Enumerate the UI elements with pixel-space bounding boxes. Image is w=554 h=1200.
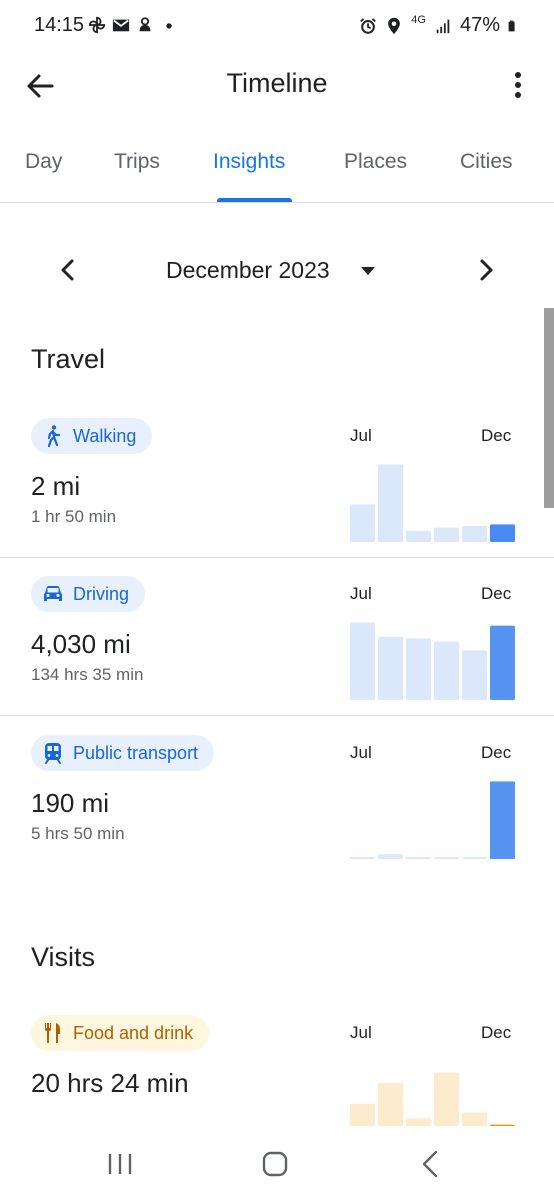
walking-axis-start: Jul (350, 426, 372, 445)
public-transport-axis-start: Jul (350, 743, 372, 762)
more-vert-icon[interactable] (508, 68, 528, 104)
month-label[interactable]: December 2023 (166, 257, 330, 284)
public-transport-bar-3 (406, 857, 431, 859)
public-transport-bar-5 (462, 857, 487, 859)
system-nav-bar (0, 1126, 554, 1200)
section-title-travel: Travel (31, 344, 106, 374)
public-transport-bar-4 (434, 857, 459, 859)
walking-bar-chart (350, 464, 515, 542)
status-right: 4G 47% (359, 14, 520, 37)
car-icon (44, 586, 62, 601)
walking-distance: 2 mi (31, 471, 81, 501)
public-transport-duration: 5 hrs 50 min (31, 824, 125, 843)
walking-bar-2 (378, 464, 403, 542)
public-transport-label: Public transport (73, 742, 199, 763)
walking-chip[interactable]: Walking (31, 418, 153, 454)
travel-row-driving[interactable]: Driving 4,030 mi 134 hrs 35 min Jul Dec (0, 558, 554, 716)
tab-insights[interactable]: Insights (213, 150, 285, 174)
driving-bar-chart (350, 622, 515, 700)
signal-icon (436, 19, 450, 33)
driving-bar-5 (462, 650, 487, 700)
tab-day[interactable]: Day (25, 150, 62, 174)
walking-bar-5 (462, 526, 487, 542)
driving-axis-end: Dec (481, 584, 512, 603)
page-title: Timeline (226, 68, 328, 98)
walking-axis-end: Dec (481, 426, 512, 445)
food-and-drink-label: Food and drink (73, 1022, 194, 1043)
status-bar: 14:15 4G 47% (0, 0, 554, 54)
travel-row-walking[interactable]: Walking 2 mi 1 hr 50 min Jul Dec (0, 400, 554, 558)
network-type: 4G (411, 14, 426, 26)
public-transport-distance: 190 mi (31, 788, 110, 818)
alarm-icon (360, 17, 377, 34)
chevron-right-icon[interactable] (470, 254, 502, 286)
public-transport-chip[interactable]: Public transport (31, 735, 215, 771)
location-icon (388, 17, 401, 34)
tab-indicator (217, 198, 292, 202)
nav-back-icon[interactable] (415, 1148, 447, 1180)
month-selector: December 2023 (0, 240, 554, 300)
home-icon[interactable] (259, 1148, 291, 1180)
pinwheel-icon (88, 16, 106, 34)
walking-bar-3 (406, 530, 431, 542)
driving-chip[interactable]: Driving (31, 576, 146, 612)
tab-trips[interactable]: Trips (114, 150, 160, 174)
notification-icon (139, 17, 151, 32)
driving-distance: 4,030 mi (31, 629, 131, 659)
restaurant-icon (45, 1023, 60, 1043)
walking-bar-1 (350, 504, 375, 542)
chevron-left-icon[interactable] (52, 254, 84, 286)
public-transport-bar-1 (350, 857, 375, 859)
walking-duration: 1 hr 50 min (31, 507, 117, 526)
dot-icon (166, 23, 172, 29)
driving-label: Driving (73, 583, 130, 604)
public-transport-axis-end: Dec (481, 743, 512, 762)
tab-cities[interactable]: Cities (460, 150, 513, 174)
driving-bar-1 (350, 622, 375, 700)
walking-bar-6 (490, 524, 515, 542)
driving-duration: 134 hrs 35 min (31, 665, 144, 684)
driving-bar-4 (434, 641, 459, 700)
driving-bar-6 (490, 625, 515, 700)
public-transport-bar-2 (378, 854, 403, 859)
app-bar: Timeline (0, 54, 554, 118)
driving-bar-3 (406, 638, 431, 700)
status-time: 14:15 (34, 14, 85, 36)
recents-icon[interactable] (104, 1148, 136, 1180)
public-transport-bar-chart (350, 781, 515, 859)
walking-label: Walking (73, 425, 137, 446)
travel-row-public-transport[interactable]: Public transport 190 mi 5 hrs 50 min Jul… (0, 717, 554, 875)
food-and-drink-duration: 20 hrs 24 min (31, 1068, 189, 1098)
food-and-drink-chip[interactable]: Food and drink (31, 1015, 210, 1051)
public-transport-bar-6 (490, 781, 515, 859)
walking-bar-4 (434, 527, 459, 542)
food-and-drink-axis-end: Dec (481, 1023, 512, 1042)
food-and-drink-axis-start: Jul (350, 1023, 372, 1042)
tab-places[interactable]: Places (344, 150, 407, 174)
status-left-icons (88, 16, 178, 34)
tab-bar: Day Trips Insights Places Cities (0, 128, 554, 203)
battery-percent: 47% (459, 14, 500, 36)
walking-icon (47, 425, 61, 448)
caret-down-icon[interactable] (359, 265, 377, 277)
transit-icon (45, 743, 61, 764)
section-title-visits: Visits (31, 942, 96, 972)
driving-bar-2 (378, 636, 403, 700)
driving-axis-start: Jul (350, 584, 372, 603)
mail-icon (112, 19, 130, 32)
battery-icon (508, 20, 515, 31)
